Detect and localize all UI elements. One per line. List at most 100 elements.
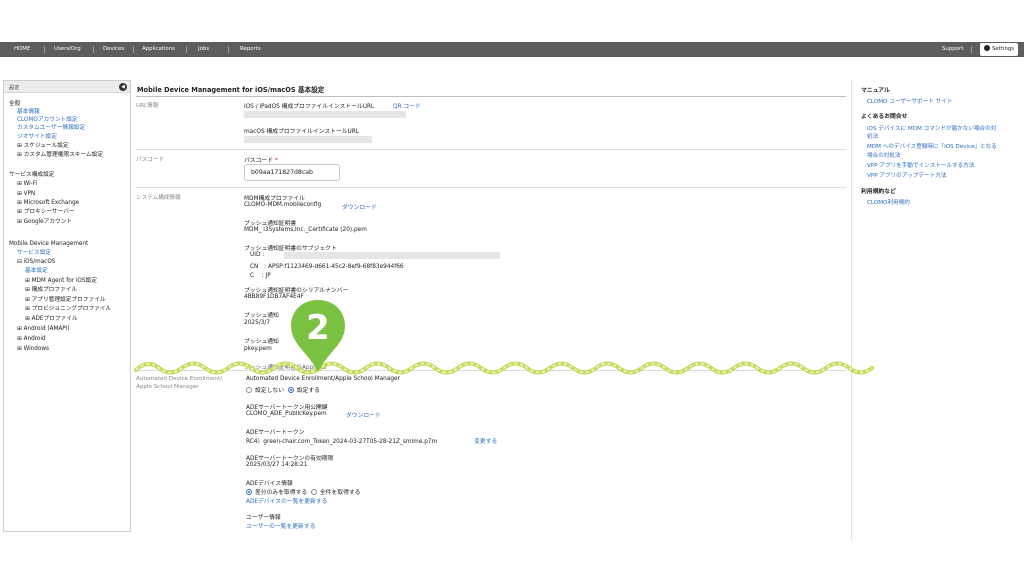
push-subject-label: プッシュ通知証明書のサブジェクト — [244, 246, 337, 252]
radio-disable[interactable] — [246, 387, 252, 393]
radio-all[interactable] — [310, 489, 317, 495]
ade-pubkey-label: ADEサーバートークン用公開鍵 — [246, 405, 328, 411]
key-label: プッシュ通知 — [244, 339, 279, 345]
tree-item-custom-role-scheme[interactable]: ⊞ カスタム管理権限スキーム設定 — [17, 152, 103, 159]
collapse-tree-icon: ⊟ — [17, 259, 24, 265]
page-title: Mobile Device Management for iOS/macOS 基… — [137, 86, 325, 94]
user-info-label: ユーザー情報 — [246, 515, 281, 521]
tree-item-schedule[interactable]: ⊞ スケジュール設定 — [17, 143, 69, 150]
ade-token-file: RC4）green-chair.com_Token_2024-03-27T05-… — [246, 439, 438, 445]
ade-radio-group: 設定しない 設定する — [246, 385, 320, 394]
update-users-link[interactable]: ユーザーの一覧を更新する — [246, 521, 315, 530]
passcode-label: パスコード — [136, 157, 164, 163]
expand-icon: ⊞ — [25, 287, 32, 293]
tree-item-vpn[interactable]: ⊞ VPN — [17, 191, 35, 198]
faq-link-mdm-command[interactable]: iOS デバイスに MDM コマンドが届かない場合の対 — [867, 125, 996, 133]
nav-separator — [44, 46, 45, 53]
tree-item-basic-info[interactable]: 基本情報 — [17, 109, 40, 116]
nav-home[interactable]: HOME — [14, 42, 30, 57]
system-config-label: システム構成情報 — [136, 195, 181, 201]
mdm-profile-file: CLOMO-MDM.mobileconfig — [244, 202, 322, 208]
radio-disable-label: 設定しない — [255, 388, 284, 394]
nav-users-org[interactable]: Users/Org — [54, 42, 81, 57]
row-divider — [136, 187, 846, 188]
ade-fetch-radio-group: 差分のみを取得する 全件を取得する — [246, 487, 360, 496]
faq-link-vpp-update[interactable]: VPP アプリのアップデート方法 — [867, 172, 946, 180]
faq-heading: よくあるお問合せ — [861, 114, 908, 120]
step-marker-pin: 2 — [291, 300, 345, 372]
expand-icon: ⊞ — [25, 278, 32, 284]
tree-item-ios-basic[interactable]: 基本設定 — [25, 268, 48, 275]
support-site-link[interactable]: CLOMO ユーザーサポート サイト — [867, 98, 952, 106]
tree-item-mdm-agent[interactable]: ⊞ MDM Agent for iOS設定 — [25, 278, 97, 285]
radio-enable[interactable] — [287, 387, 294, 393]
nav-jobs[interactable]: Jobs — [198, 42, 209, 57]
nav-separator — [186, 46, 187, 53]
nav-applications[interactable]: Applications — [142, 42, 175, 57]
ios-url-label: iOS / iPadOS 構成プロファイルインストールURL — [244, 104, 375, 110]
top-nav: HOME Users/Org Devices Applications Jobs… — [0, 42, 1024, 57]
expand-icon: ⊞ — [17, 219, 24, 225]
serial-label: プッシュ通知証明書のシリアルナンバー — [244, 288, 349, 294]
tree-item-custom-user-info[interactable]: カスタムユーザー情報設定 — [17, 125, 85, 132]
radio-diff-only[interactable] — [246, 489, 252, 495]
nav-separator — [971, 46, 972, 53]
push-cert-label: プッシュ通知証明書 — [244, 221, 297, 227]
tree-item-ade-profile[interactable]: ⊞ ADEプロファイル — [25, 316, 78, 323]
tree-item-android-amapi[interactable]: ⊞ Android (AMAPI) — [17, 326, 70, 333]
nav-separator — [228, 46, 229, 53]
tree-item-wifi[interactable]: ⊞ Wi-Fi — [17, 181, 37, 188]
expand-icon: ⊞ — [25, 297, 32, 303]
sidebar-title: 設定 — [9, 85, 20, 91]
gear-icon — [984, 45, 990, 51]
ade-device-label: ADEデバイス情報 — [246, 481, 293, 487]
faq-link-ios-device-cont[interactable]: 場合の対処法 — [867, 152, 901, 160]
tree-item-ios-macos[interactable]: ⊟ iOS/macOS — [17, 259, 55, 266]
expand-icon: ⊞ — [17, 191, 24, 197]
ade-pubkey-download-link[interactable]: ダウンロード — [346, 410, 381, 419]
tree-item-exchange[interactable]: ⊞ Microsoft Exchange — [17, 200, 79, 207]
faq-link-ios-device[interactable]: MDM へのデバイス登録時に「iOS Device」となる — [867, 143, 997, 151]
ade-pubkey-file: CLOMO_ADE_PublicKey.pem — [246, 411, 327, 417]
update-ade-devices-link[interactable]: ADEデバイスの一覧を更新する — [246, 496, 327, 505]
tree-item-proxy[interactable]: ⊞ プロキシーサーバー — [17, 209, 75, 216]
url-info-label: URL情報 — [136, 103, 159, 109]
tree-item-service-settings[interactable]: サービス設定 — [17, 250, 51, 257]
ade-token-change-link[interactable]: 変更する — [474, 436, 497, 445]
expand-icon: ⊞ — [17, 326, 24, 332]
mdm-profile-download-link[interactable]: ダウンロード — [342, 202, 377, 211]
tree-item-provisioning-profile[interactable]: ⊞ プロビジョニングプロファイル — [25, 306, 111, 313]
manual-heading: マニュアル — [861, 88, 890, 94]
push-subject-c: C : JP — [250, 273, 271, 279]
tree-item-clomo-account[interactable]: CLOMOアカウント設定 — [17, 117, 78, 124]
push-subject-uid: UID : — [250, 252, 265, 258]
expand-icon: ⊞ — [17, 209, 24, 215]
qr-code-link[interactable]: QR コード — [393, 101, 421, 110]
macos-url-redacted — [244, 136, 372, 143]
cert-expiry-label: プッシュ通知 — [244, 313, 279, 319]
push-cert-file: MDM_ i3Systems,Inc._Certificate (20).pem — [244, 227, 367, 233]
title-divider — [136, 96, 846, 97]
expand-icon: ⊞ — [17, 143, 24, 149]
tree-item-google-account[interactable]: ⊞ Googleアカウント — [17, 219, 72, 226]
passcode-input[interactable] — [244, 164, 340, 181]
terms-link[interactable]: CLOMO利用規約 — [867, 199, 910, 207]
collapse-icon[interactable]: ◀ — [119, 83, 127, 91]
nav-devices[interactable]: Devices — [103, 42, 124, 57]
wavy-cut-line — [134, 361, 874, 375]
nav-reports[interactable]: Reports — [240, 42, 261, 57]
tree-heading-service: サービス構成設定 — [9, 172, 55, 178]
faq-link-mdm-command-cont[interactable]: 処法 — [867, 133, 878, 141]
tree-item-config-profile[interactable]: ⊞ 構成プロファイル — [25, 287, 77, 294]
nav-support[interactable]: Support — [942, 42, 963, 57]
nav-separator — [93, 46, 94, 53]
tree-item-android[interactable]: ⊞ Android — [17, 336, 46, 343]
settings-button[interactable]: Settings — [980, 43, 1018, 56]
tree-item-geosite[interactable]: ジオサイト設定 — [17, 134, 57, 141]
step-number: 2 — [306, 308, 330, 348]
tree-item-app-config-profile[interactable]: ⊞ アプリ管理設定プロファイル — [25, 297, 106, 304]
settings-label: Settings — [992, 46, 1015, 52]
expand-icon: ⊞ — [17, 200, 24, 206]
main-panel: Mobile Device Management for iOS/macOS 基… — [136, 80, 846, 540]
faq-link-vpp-install[interactable]: VPP アプリを手動でインストールする方法 — [867, 162, 974, 170]
